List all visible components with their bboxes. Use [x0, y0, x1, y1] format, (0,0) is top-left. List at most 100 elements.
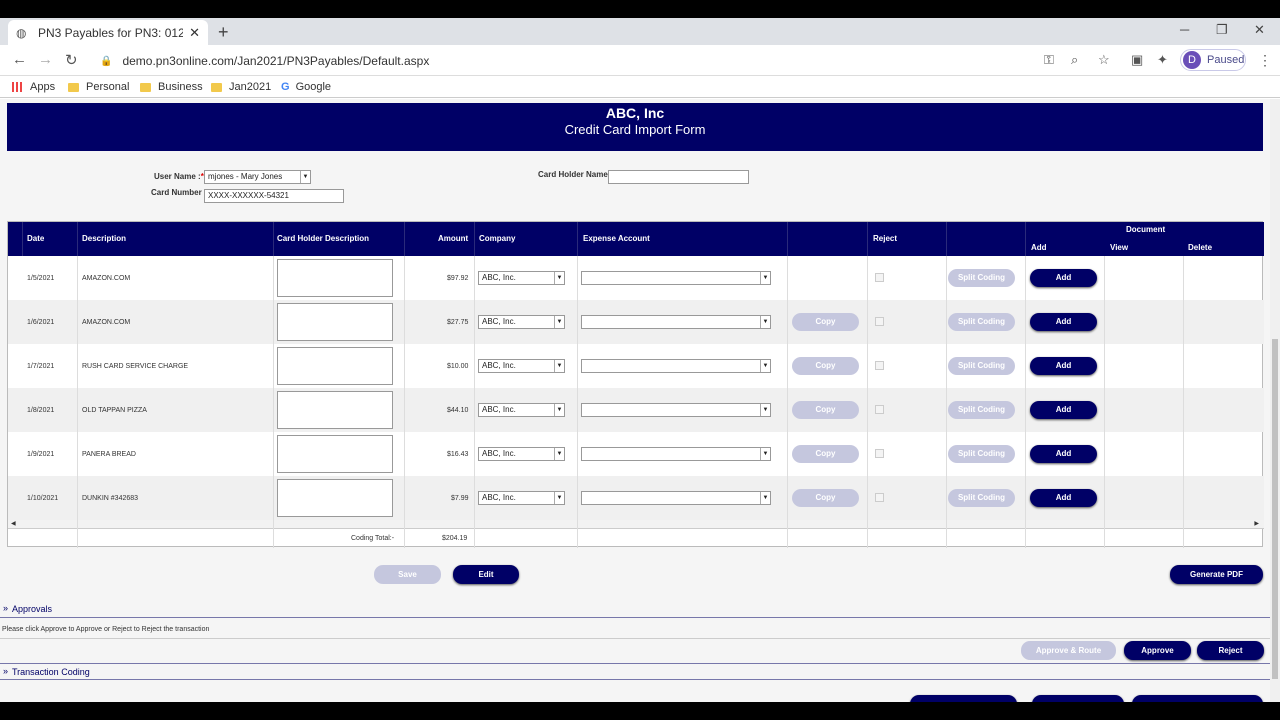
screen-top-border — [0, 0, 1280, 18]
split-coding-button[interactable]: Split Coding — [948, 357, 1015, 375]
copy-button[interactable]: Copy — [792, 401, 859, 419]
card-holder-description-input[interactable] — [277, 479, 393, 517]
transaction-coding-section-header[interactable]: » Transaction Coding — [0, 663, 1270, 680]
bookmark-personal[interactable]: Personal — [68, 81, 129, 93]
approvals-section-header[interactable]: » Approvals — [0, 601, 1270, 618]
approve-button[interactable]: Approve — [1124, 641, 1191, 660]
back-icon[interactable]: ← — [12, 51, 27, 68]
card-holder-description-input[interactable] — [277, 347, 393, 385]
expand-chevron-icon: » — [3, 603, 9, 613]
company-select[interactable]: ABC, Inc. ▼ — [478, 491, 565, 505]
grid-horizontal-scrollbar[interactable]: ◀ ▶ — [8, 520, 1264, 528]
add-document-button[interactable]: Add — [1030, 489, 1097, 507]
add-document-button[interactable]: Add — [1030, 401, 1097, 419]
copy-button[interactable]: Copy — [792, 313, 859, 331]
dropdown-arrow-icon: ▼ — [554, 492, 564, 504]
reject-checkbox[interactable] — [875, 449, 884, 458]
expense-account-select[interactable]: ▼ — [581, 271, 771, 285]
scroll-thumb[interactable] — [1272, 339, 1278, 679]
bookmark-jan2021[interactable]: Jan2021 — [211, 81, 271, 93]
split-coding-button[interactable]: Split Coding — [948, 269, 1015, 287]
split-coding-button[interactable]: Split Coding — [948, 445, 1015, 463]
copy-button[interactable]: Copy — [792, 489, 859, 507]
split-coding-button[interactable]: Split Coding — [948, 489, 1015, 507]
add-document-button[interactable]: Add — [1030, 269, 1097, 287]
new-tab-icon[interactable]: + — [218, 22, 229, 43]
window-close-icon[interactable]: ✕ — [1254, 22, 1265, 38]
puzzle-icon[interactable]: ✦ — [1157, 52, 1168, 68]
approvals-hint: Please click Approve to Approve or Rejec… — [2, 626, 210, 633]
company-select[interactable]: ABC, Inc. ▼ — [478, 315, 565, 329]
card-holder-field[interactable] — [608, 170, 749, 184]
edit-button[interactable]: Edit — [453, 565, 519, 584]
star-icon[interactable]: ☆ — [1098, 52, 1110, 68]
dropdown-arrow-icon: ▼ — [554, 272, 564, 284]
bookmarks-bar: Apps Personal Business Jan2021 G Google — [0, 76, 1280, 98]
row-date: 1/7/2021 — [27, 363, 55, 370]
approve-and-route-button[interactable]: Approve & Route — [1021, 641, 1116, 660]
company-select[interactable]: ABC, Inc. ▼ — [478, 447, 565, 461]
card-holder-description-input[interactable] — [277, 303, 393, 341]
folder-icon — [211, 82, 222, 92]
table-row: 1/6/2021 AMAZON.COM $27.75 ABC, Inc. ▼ ▼ … — [8, 300, 1264, 344]
reject-checkbox[interactable] — [875, 273, 884, 282]
add-document-button[interactable]: Add — [1030, 357, 1097, 375]
card-holder-description-input[interactable] — [277, 391, 393, 429]
forward-icon[interactable]: → — [38, 51, 53, 68]
copy-button[interactable]: Copy — [792, 445, 859, 463]
expense-account-select[interactable]: ▼ — [581, 403, 771, 417]
company-select[interactable]: ABC, Inc. ▼ — [478, 359, 565, 373]
reject-checkbox[interactable] — [875, 361, 884, 370]
card-holder-description-input[interactable] — [277, 259, 393, 297]
url-field[interactable]: 🔒 demo.pn3online.com/Jan2021/PN3Payables… — [92, 49, 1172, 73]
company-select[interactable]: ABC, Inc. ▼ — [478, 271, 565, 285]
scroll-right-icon[interactable]: ▶ — [1254, 520, 1259, 527]
expense-account-select[interactable]: ▼ — [581, 315, 771, 329]
copy-button[interactable]: Copy — [792, 357, 859, 375]
company-select[interactable]: ABC, Inc. ▼ — [478, 403, 565, 417]
col-expense-account: Expense Account — [583, 234, 650, 243]
reload-icon[interactable]: ↻ — [65, 51, 78, 69]
col-description: Description — [82, 234, 127, 243]
table-row: 1/8/2021 OLD TAPPAN PIZZA $44.10 ABC, In… — [8, 388, 1264, 432]
expense-account-select[interactable]: ▼ — [581, 359, 771, 373]
browser-tab[interactable]: ◍ PN3 Payables for PN3: 0121.01 ✕ — [8, 20, 208, 45]
generate-pdf-button[interactable]: Generate PDF — [1170, 565, 1263, 584]
row-amount: $97.92 — [447, 275, 469, 282]
add-document-button[interactable]: Add — [1030, 445, 1097, 463]
partially-hidden-button[interactable] — [1032, 695, 1124, 702]
expense-account-select[interactable]: ▼ — [581, 491, 771, 505]
bookmark-apps[interactable]: Apps — [12, 81, 55, 93]
restore-icon[interactable]: ❐ — [1216, 22, 1228, 38]
reject-checkbox[interactable] — [875, 405, 884, 414]
split-coding-button[interactable]: Split Coding — [948, 401, 1015, 419]
reject-checkbox[interactable] — [875, 317, 884, 326]
row-description: AMAZON.COM — [82, 275, 131, 282]
coding-total-value: $204.19 — [442, 535, 468, 542]
add-document-button[interactable]: Add — [1030, 313, 1097, 331]
minimize-icon[interactable]: ─ — [1180, 22, 1189, 37]
partially-hidden-button[interactable] — [1132, 695, 1263, 702]
reject-button[interactable]: Reject — [1197, 641, 1264, 660]
partially-hidden-button[interactable] — [910, 695, 1017, 702]
page-vertical-scrollbar[interactable] — [1270, 99, 1280, 702]
user-name-select[interactable]: mjones - Mary Jones ▼ — [204, 170, 311, 184]
save-button[interactable]: Save — [374, 565, 441, 584]
scroll-left-icon[interactable]: ◀ — [11, 520, 16, 527]
bookmark-business[interactable]: Business — [140, 81, 203, 93]
coding-total-row: Coding Total:- $204.19 — [8, 528, 1264, 548]
folder-icon — [68, 82, 79, 92]
profile-button[interactable]: D Paused — [1180, 49, 1246, 71]
bookmark-google[interactable]: G Google — [281, 81, 331, 93]
reject-checkbox[interactable] — [875, 493, 884, 502]
extension-icon[interactable]: ▣ — [1131, 52, 1143, 68]
menu-icon[interactable]: ⋮ — [1258, 52, 1272, 69]
card-holder-description-input[interactable] — [277, 435, 393, 473]
expense-account-select[interactable]: ▼ — [581, 447, 771, 461]
row-date: 1/5/2021 — [27, 275, 55, 282]
zoom-icon[interactable]: ⌕ — [1071, 52, 1078, 68]
key-icon[interactable]: ⚿ — [1044, 52, 1054, 68]
split-coding-button[interactable]: Split Coding — [948, 313, 1015, 331]
card-number-field[interactable]: XXXX-XXXXXX-54321 — [204, 189, 344, 203]
close-tab-icon[interactable]: ✕ — [189, 25, 200, 41]
